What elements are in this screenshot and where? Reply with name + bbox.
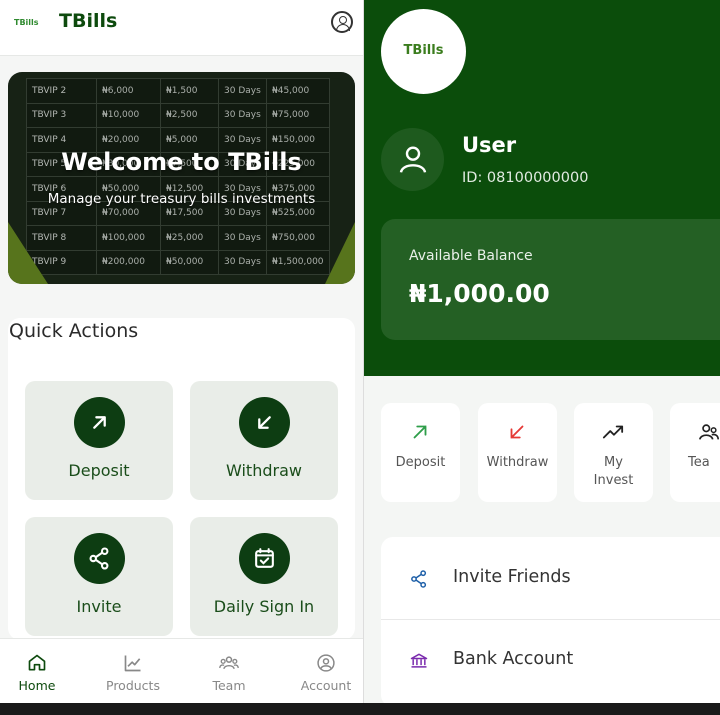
withdraw-label: Withdraw bbox=[226, 461, 302, 480]
action-my-invest-label-line1: My bbox=[604, 455, 623, 470]
deposit-label: Deposit bbox=[68, 461, 130, 480]
nav-account-label: Account bbox=[300, 678, 352, 693]
invite-button[interactable]: Invite bbox=[25, 517, 173, 636]
quick-actions-title: Quick Actions bbox=[9, 320, 139, 342]
home-screen: TBills TBills TBVIP 2 ₦6,000 ₦1,500 30 Days… bbox=[0, 0, 363, 703]
arrow-up-right-icon bbox=[413, 425, 427, 439]
nav-products[interactable]: Products bbox=[88, 639, 178, 703]
action-deposit-button[interactable]: Deposit bbox=[381, 403, 460, 502]
daily-sign-in-label: Daily Sign In bbox=[213, 597, 315, 616]
nav-team[interactable]: Team bbox=[184, 639, 274, 703]
app-logo-text: TBills bbox=[403, 43, 444, 58]
nav-team-label: Team bbox=[212, 678, 246, 693]
team-icon bbox=[219, 656, 239, 670]
calendar-check-icon bbox=[255, 548, 274, 568]
account-icon bbox=[317, 654, 335, 672]
app-header: TBills TBills bbox=[0, 0, 363, 56]
avatar[interactable] bbox=[381, 128, 444, 191]
system-bar bbox=[0, 703, 720, 715]
menu-invite-label: Invite Friends bbox=[453, 567, 571, 587]
profile-header: TBills User ID: 08100000000 Available Ba… bbox=[364, 0, 720, 376]
action-my-invest-label-line2: Invest bbox=[593, 473, 634, 488]
tbills-logo: TBills bbox=[14, 18, 39, 27]
arrow-down-left-icon bbox=[510, 425, 524, 439]
action-deposit-label: Deposit bbox=[395, 455, 446, 470]
welcome-banner: TBVIP 2 ₦6,000 ₦1,500 30 Days ₦45,000 TBVIP 3… bbox=[8, 72, 355, 284]
nav-home-label: Home bbox=[18, 678, 56, 693]
home-icon bbox=[28, 654, 46, 671]
user-id: ID: 08100000000 bbox=[462, 170, 589, 186]
screen: TBills TBills TBVIP 2 ₦6,000 ₦1,500 30 Days… bbox=[0, 0, 720, 715]
arrow-down-left-icon bbox=[258, 416, 271, 429]
nav-products-label: Products bbox=[106, 678, 160, 693]
trending-up-icon bbox=[602, 425, 624, 439]
action-team-label: Tea bbox=[688, 455, 710, 470]
daily-sign-in-button[interactable]: Daily Sign In bbox=[190, 517, 338, 636]
invite-label: Invite bbox=[76, 597, 122, 616]
action-my-invest-button[interactable]: My Invest bbox=[574, 403, 653, 502]
banner-subtitle: Manage your treasury bills investments bbox=[47, 191, 316, 207]
user-icon bbox=[399, 146, 427, 173]
share-icon bbox=[411, 570, 427, 588]
share-icon bbox=[89, 547, 109, 570]
arrow-up-right-icon bbox=[93, 416, 106, 429]
account-screen: TBills User ID: 08100000000 Available Ba… bbox=[364, 0, 720, 703]
app-title: TBills bbox=[59, 10, 118, 32]
action-withdraw-label: Withdraw bbox=[486, 455, 549, 470]
nav-account[interactable]: Account bbox=[281, 639, 363, 703]
banner-title: Welcome to TBills bbox=[61, 148, 302, 176]
menu-invite-friends[interactable]: Invite Friends bbox=[381, 537, 720, 618]
nav-home[interactable]: Home bbox=[0, 639, 82, 703]
chart-icon bbox=[124, 655, 141, 672]
action-withdraw-button[interactable]: Withdraw bbox=[478, 403, 557, 502]
app-logo: TBills bbox=[381, 9, 466, 94]
team-icon bbox=[699, 424, 719, 440]
user-circle-icon[interactable] bbox=[331, 11, 353, 33]
withdraw-button[interactable]: Withdraw bbox=[190, 381, 338, 500]
menu-bank-label: Bank Account bbox=[453, 649, 574, 669]
bank-icon bbox=[410, 653, 428, 668]
account-menu: Invite Friends Bank Account bbox=[381, 537, 720, 703]
deposit-button[interactable]: Deposit bbox=[25, 381, 173, 500]
balance-label: Available Balance bbox=[409, 248, 533, 264]
menu-bank-account[interactable]: Bank Account bbox=[381, 619, 720, 700]
action-team-button[interactable]: Tea bbox=[670, 403, 720, 502]
user-name: User bbox=[462, 133, 517, 157]
balance-value: ₦1,000.00 bbox=[409, 279, 550, 308]
bottom-navigation: Home Products Team Account bbox=[0, 638, 363, 703]
